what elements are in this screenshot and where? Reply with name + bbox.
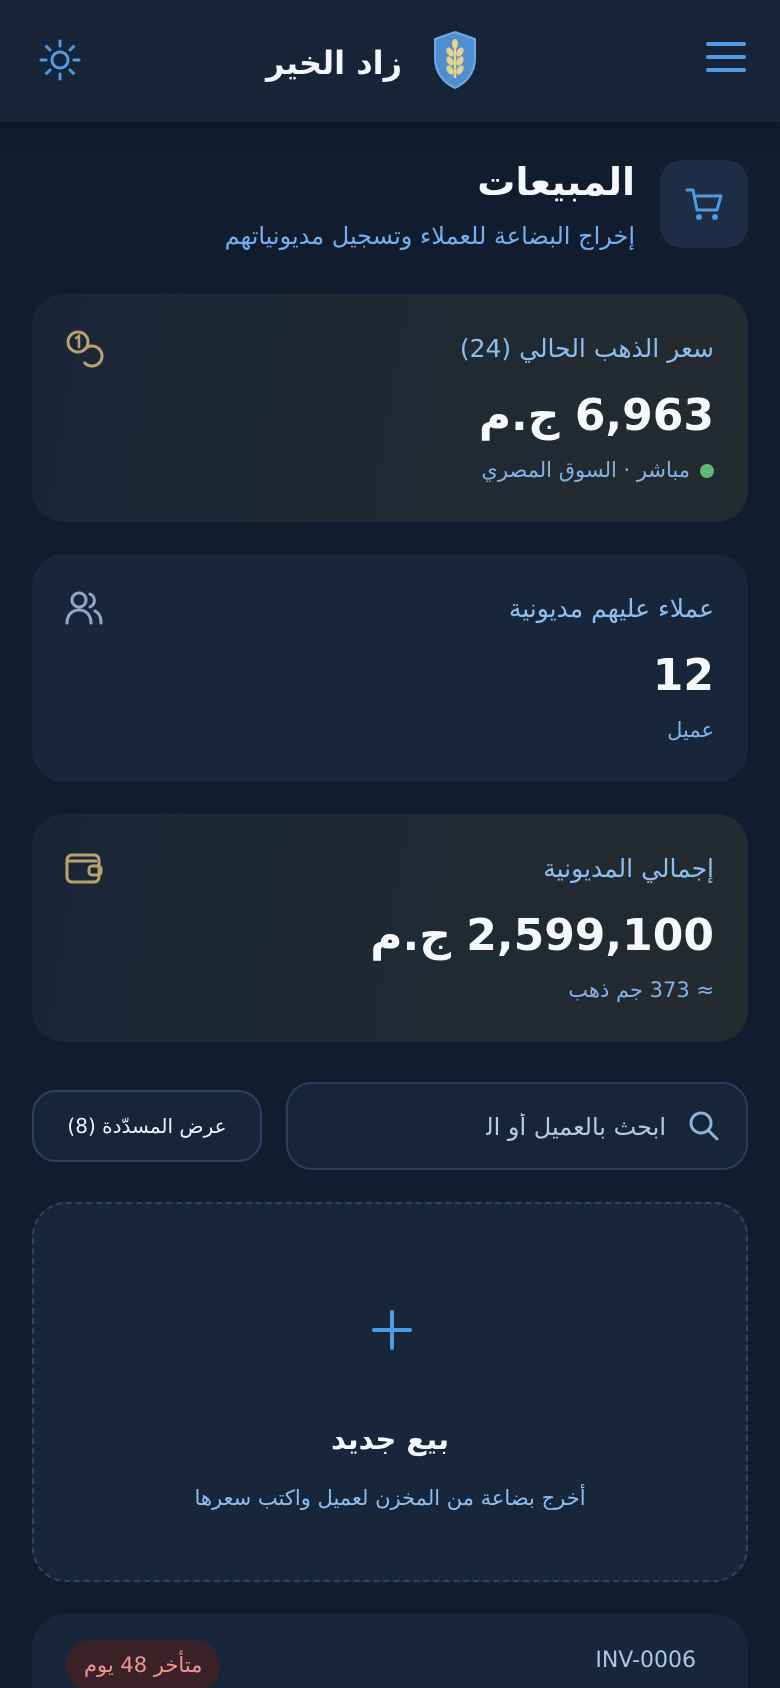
total-debt-card: إجمالي المديونية 2,599,100 ج.م ≈ 373 جم … <box>32 814 748 1042</box>
invoice-id: INV-0006 <box>595 1648 696 1673</box>
show-paid-button[interactable]: عرض المسدّدة (8) <box>32 1090 262 1162</box>
new-sale-title: بيع جديد <box>331 1422 449 1456</box>
users-icon <box>65 591 103 625</box>
page-title: المبيعات <box>477 160 635 204</box>
debtors-unit: عميل <box>667 718 714 742</box>
gold-price-label: سعر الذهب الحالي (24) <box>459 334 714 363</box>
search-input[interactable] <box>486 1104 666 1150</box>
invoice-card[interactable]: INV-0006 متأخر 48 يوم <box>32 1614 748 1688</box>
debtors-count: 12 <box>652 650 714 701</box>
total-debt-label: إجمالي المديونية <box>543 854 714 883</box>
brand: زاد الخير <box>0 30 780 94</box>
wallet-icon <box>65 853 103 884</box>
sun-icon[interactable] <box>38 38 82 82</box>
gold-price-card: سعر الذهب الحالي (24) 6,963 ج.م مباشر · … <box>32 294 748 522</box>
page-subtitle: إخراج البضاعة للعملاء وتسجيل مديونياتهم <box>224 222 635 250</box>
overdue-badge: متأخر 48 يوم <box>66 1640 221 1688</box>
cart-icon-tile <box>660 160 748 248</box>
gold-price-source: مباشر · السوق المصري <box>481 458 714 482</box>
search-box[interactable] <box>286 1082 748 1170</box>
coins-icon <box>66 330 104 368</box>
debtors-label: عملاء عليهم مديونية <box>508 594 714 623</box>
live-status-dot <box>700 464 714 478</box>
plus-icon <box>372 1310 412 1350</box>
cart-icon <box>685 188 723 220</box>
top-app-bar: زاد الخير <box>0 0 780 122</box>
gold-price-value: 6,963 ج.م <box>478 390 714 441</box>
shield-wheat-icon <box>434 30 476 90</box>
total-debt-value: 2,599,100 ج.م <box>370 910 714 961</box>
total-debt-gold-equivalent: ≈ 373 جم ذهب <box>568 978 714 1002</box>
gold-price-source-text: مباشر · السوق المصري <box>481 458 690 482</box>
search-icon <box>689 1111 719 1141</box>
debtors-card: عملاء عليهم مديونية 12 عميل <box>32 554 748 782</box>
app-title: زاد الخير <box>266 44 402 82</box>
new-sale-button[interactable]: بيع جديد أخرج بضاعة من المخزن لعميل واكت… <box>32 1202 748 1582</box>
new-sale-description: أخرج بضاعة من المخزن لعميل واكتب سعرها <box>194 1486 586 1510</box>
sales-page: زاد الخير المبيعات إخراج البضاعة للعملاء… <box>0 0 780 1688</box>
